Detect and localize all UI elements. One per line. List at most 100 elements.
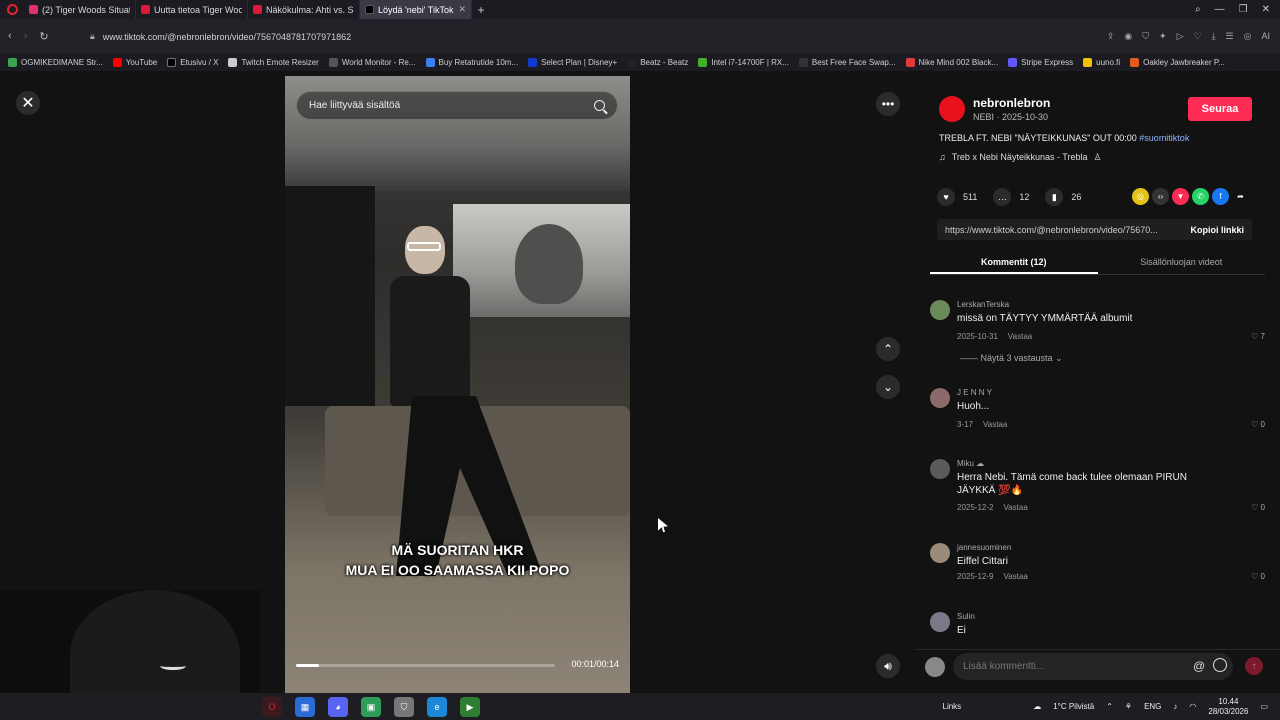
commenter-avatar[interactable] — [930, 459, 950, 479]
comment-author[interactable]: J E N N Y — [957, 388, 992, 397]
like-heart-icon[interactable]: ♥ — [937, 188, 955, 206]
bookmark-item[interactable]: Beatz - Beatz — [627, 58, 688, 67]
play-icon[interactable]: ▷ — [1177, 31, 1184, 42]
browser-tab[interactable]: Uutta tietoa Tiger Woods — [136, 0, 248, 19]
commenter-avatar[interactable] — [930, 300, 950, 320]
forward-icon[interactable]: › — [24, 30, 28, 43]
download-icon[interactable]: ⤓ — [1212, 31, 1216, 42]
bookmark-item[interactable]: YouTube — [112, 58, 157, 67]
reply-link[interactable]: Vastaa — [1008, 332, 1032, 341]
opera-menu-button[interactable] — [0, 0, 24, 19]
commenter-avatar[interactable] — [930, 388, 950, 408]
facebook-icon[interactable]: f — [1212, 188, 1229, 205]
tab-comments[interactable]: Kommentit (12) — [930, 249, 1098, 274]
maximize-icon[interactable]: ❐ — [1239, 4, 1248, 15]
comment-author[interactable]: LerskanTerska — [957, 300, 1009, 309]
commenter-avatar[interactable] — [930, 612, 950, 632]
comment-author[interactable]: Sulin — [957, 612, 975, 621]
browser-tab[interactable]: Näkökulma: Ahti vs. Sanna — [248, 0, 360, 19]
bookmark-item[interactable]: Twitch Emote Resizer — [228, 58, 319, 67]
reply-link[interactable]: Vastaa — [983, 420, 1007, 429]
volume-button[interactable]: 🔊︎ — [876, 654, 900, 678]
video-player[interactable]: Hae liittyvää sisältöä MÄ SUORITAN HKR M… — [285, 76, 630, 693]
app-taskbar-icon[interactable]: ▦ — [295, 697, 315, 717]
discord-taskbar-icon[interactable]: ◕ — [328, 697, 348, 717]
chat-taskbar-icon[interactable]: ▣ — [361, 697, 381, 717]
heart-icon[interactable]: ♡ — [1193, 31, 1201, 42]
bookmark-item[interactable]: Stripe Express — [1008, 58, 1073, 67]
bookmark-icon[interactable]: ▮ — [1045, 188, 1064, 206]
comment-like[interactable]: ♡ 7 — [1251, 332, 1265, 341]
share-page-icon[interactable]: ⇪ — [1107, 31, 1115, 42]
close-window-icon[interactable]: ✕ — [1262, 4, 1270, 15]
tray-overflow-icon[interactable]: ⌃ — [1106, 702, 1113, 711]
next-video-button[interactable]: ⌄ — [876, 375, 900, 399]
minimize-icon[interactable]: — — [1215, 4, 1225, 15]
music-link[interactable]: ♫ Treb x Nebi Näyteikkunas - Trebla ♙ — [939, 152, 1102, 163]
edge-taskbar-icon[interactable]: e — [427, 697, 447, 717]
network-icon[interactable]: ⚘ — [1125, 702, 1132, 711]
bookmark-item[interactable]: Etusivu / X — [167, 58, 218, 67]
comment-author[interactable]: jannesuominen — [957, 543, 1011, 552]
comment-like[interactable]: ♡ 0 — [1251, 503, 1265, 512]
bookmark-item[interactable]: World Monitor - Re... — [328, 58, 416, 67]
search-tabs-icon[interactable]: ⌕ — [1195, 4, 1201, 15]
language-indicator[interactable]: ENG — [1144, 702, 1161, 711]
bookmark-item[interactable]: Best Free Face Swap... — [798, 58, 896, 67]
embed-icon[interactable]: ‹› — [1152, 188, 1169, 205]
comment-like[interactable]: ♡ 0 — [1251, 420, 1265, 429]
links-toolbar[interactable]: Links — [943, 702, 962, 711]
creator-avatar[interactable] — [939, 96, 965, 122]
show-replies-button[interactable]: —— Näytä 3 vastausta ⌄ — [960, 353, 1063, 364]
video-progress-bar[interactable] — [296, 664, 555, 667]
comment-icon[interactable]: … — [993, 188, 1012, 206]
reply-link[interactable]: Vastaa — [1003, 503, 1027, 512]
comment-input[interactable] — [953, 653, 1233, 680]
bookmark-item[interactable]: OGMIKEDIMANE Str... — [8, 58, 103, 67]
tab-creator-videos[interactable]: Sisällönluojan videot — [1098, 249, 1266, 274]
related-search-bar[interactable]: Hae liittyvää sisältöä — [296, 91, 618, 120]
media-taskbar-icon[interactable]: ▶ — [460, 697, 480, 717]
bookmark-item[interactable]: Oakley Jawbreaker P... — [1130, 58, 1225, 67]
mention-icon[interactable]: @ — [1193, 659, 1205, 673]
reply-link[interactable]: Vastaa — [1003, 572, 1027, 581]
menu-icon[interactable]: ☰ — [1226, 31, 1234, 42]
new-tab-button[interactable]: + — [472, 3, 490, 17]
hashtag-link[interactable]: #suomitiktok — [1139, 133, 1189, 143]
extensions-icon[interactable]: ✦ — [1159, 31, 1167, 42]
close-video-button[interactable]: ✕ — [16, 91, 40, 115]
creator-username[interactable]: nebronlebron — [973, 96, 1050, 110]
reload-icon[interactable]: ↻ — [39, 30, 48, 43]
url-field[interactable]: 🔒︎ www.tiktok.com/@nebronlebron/video/75… — [90, 26, 1107, 48]
bookmark-item[interactable]: Select Plan | Disney+ — [528, 58, 617, 67]
send-friends-icon[interactable]: ▼ — [1172, 188, 1189, 205]
back-icon[interactable]: ‹ — [8, 30, 12, 43]
share-arrow-icon[interactable]: ➦ — [1232, 188, 1249, 205]
bookmark-item[interactable]: Intel i7-14700F | RX... — [698, 58, 789, 67]
close-tab-icon[interactable]: ✕ — [458, 4, 466, 15]
copy-link-button[interactable]: Kopioi linkki — [1190, 225, 1244, 235]
whatsapp-icon[interactable]: ✆ — [1192, 188, 1209, 205]
send-comment-button[interactable]: ↑ — [1245, 657, 1263, 675]
browser-tab[interactable]: (2) Tiger Woods Situation — [24, 0, 136, 19]
follow-button[interactable]: Seuraa — [1188, 97, 1252, 121]
notifications-icon[interactable]: ▭ — [1260, 702, 1268, 711]
camera-icon[interactable]: ◉ — [1124, 31, 1132, 42]
coin-icon[interactable]: ◎ — [1132, 188, 1149, 205]
search-icon[interactable] — [594, 100, 605, 111]
shield-taskbar-icon[interactable]: ⛉ — [394, 697, 414, 717]
speaker-tray-icon[interactable]: ♪ — [1173, 702, 1177, 711]
shield-icon[interactable]: ⛉ — [1142, 31, 1149, 42]
profile-icon[interactable]: ◎ — [1244, 31, 1252, 42]
opera-taskbar-icon[interactable]: O — [262, 697, 282, 717]
commenter-avatar[interactable] — [930, 543, 950, 563]
comment-author[interactable]: Miku ☁ — [957, 459, 984, 468]
bookmark-item[interactable]: Nike Mind 002 Black... — [905, 58, 998, 67]
browser-tab-active[interactable]: Löydä 'nebi' TikTokista✕ — [360, 0, 472, 19]
bookmark-item[interactable]: Buy Retatrutide 10m... — [425, 58, 518, 67]
bookmark-item[interactable]: uuno.fi — [1083, 58, 1120, 67]
emoji-icon[interactable] — [1213, 658, 1227, 672]
system-clock[interactable]: 10.44 28/03/2026 — [1208, 697, 1248, 717]
previous-video-button[interactable]: ⌃ — [876, 337, 900, 361]
wifi-icon[interactable]: ◠ — [1189, 702, 1196, 711]
